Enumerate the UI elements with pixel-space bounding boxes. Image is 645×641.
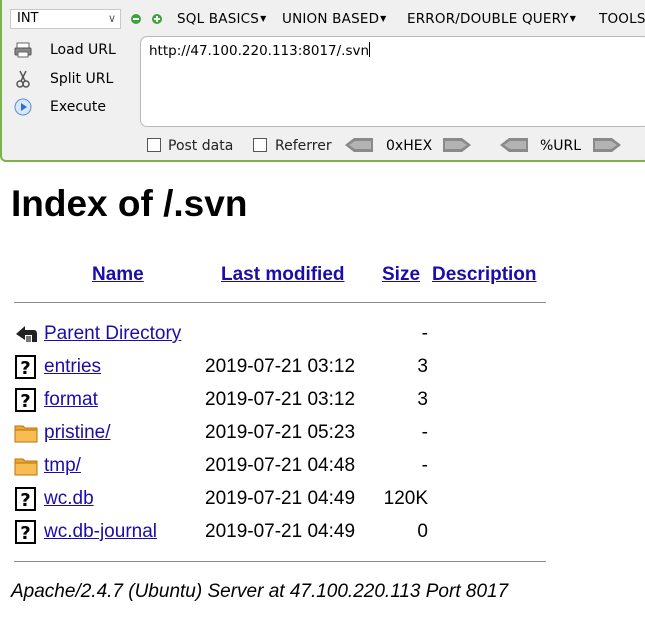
file-size: 3 [417, 389, 428, 410]
split-url-button[interactable]: Split URL [10, 68, 132, 90]
column-header-name[interactable]: Name [92, 263, 144, 287]
file-link[interactable]: Parent Directory [44, 322, 181, 346]
url-value: http://47.100.220.113:8017/.svn [149, 43, 370, 59]
list-item: ? wc.db-journal 2019-07-21 04:49 0 [14, 519, 554, 545]
file-link[interactable]: tmp/ [44, 454, 81, 478]
unknown-file-icon: ? [15, 520, 36, 544]
list-item: pristine/ 2019-07-21 05:23 - [14, 420, 554, 446]
hex-encode-arrow-icon[interactable] [443, 138, 471, 152]
svg-text:?: ? [20, 391, 30, 412]
menu-tools[interactable]: TOOLS [599, 10, 645, 28]
list-item: ? wc.db 2019-07-21 04:49 120K [14, 486, 554, 512]
increase-icon[interactable] [152, 14, 162, 24]
url-input[interactable]: http://47.100.220.113:8017/.svn [140, 36, 645, 127]
file-date: 2019-07-21 04:48 [205, 455, 356, 476]
file-date: 2019-07-21 04:49 [205, 488, 356, 509]
svg-text:?: ? [20, 523, 30, 544]
unknown-file-icon: ? [15, 487, 36, 511]
post-data-label: Post data [168, 138, 234, 154]
execute-label: Execute [50, 99, 106, 115]
file-link[interactable]: format [44, 388, 98, 412]
file-link[interactable]: wc.db-journal [44, 520, 157, 544]
load-url-icon [14, 42, 32, 58]
load-url-label: Load URL [50, 42, 116, 58]
post-data-checkbox[interactable] [147, 138, 161, 152]
load-url-button[interactable]: Load URL [10, 39, 132, 61]
folder-icon [14, 425, 38, 443]
menu-sql-basics[interactable]: SQL BASICS▼ [177, 10, 266, 28]
column-header-last-modified[interactable]: Last modified [221, 263, 345, 287]
dropdown-arrow-icon: ▼ [569, 14, 577, 23]
injection-type-select[interactable]: INT ∨ [10, 9, 121, 29]
column-header-description[interactable]: Description [432, 263, 537, 287]
dropdown-arrow-icon: ▼ [260, 14, 267, 23]
decrease-icon[interactable] [131, 14, 141, 24]
file-size: - [421, 323, 428, 344]
hex-decode-arrow-icon[interactable] [345, 138, 373, 152]
hex-label: 0xHEX [386, 138, 433, 154]
url-decode-arrow-icon[interactable] [500, 138, 528, 152]
file-size: - [421, 455, 428, 476]
list-item: ? entries 2019-07-21 03:12 3 [14, 354, 554, 380]
column-header-size[interactable]: Size [382, 263, 420, 287]
file-size: 3 [417, 356, 428, 377]
injection-type-value: INT [17, 11, 39, 26]
menu-union-based-label: UNION BASED [282, 11, 380, 27]
file-date: 2019-07-21 03:12 [205, 389, 356, 410]
menu-tools-label: TOOLS [599, 11, 645, 27]
folder-icon [14, 458, 38, 476]
footer-divider [14, 561, 546, 562]
menu-error-double-query-label: ERROR/DOUBLE QUERY [407, 11, 569, 27]
file-link[interactable]: wc.db [44, 487, 94, 511]
url-enc-label: %URL [540, 138, 582, 154]
execute-button[interactable]: Execute [10, 96, 132, 118]
menu-error-double-query[interactable]: ERROR/DOUBLE QUERY▼ [407, 10, 576, 28]
hackbar-panel: INT ∨ SQL BASICS▼ UNION BASED▼ ERROR/DOU… [0, 0, 645, 162]
file-link[interactable]: entries [44, 355, 101, 379]
svg-text:?: ? [20, 358, 30, 379]
header-divider [14, 302, 546, 303]
play-icon [14, 98, 32, 116]
referrer-label: Referrer [275, 138, 332, 154]
text-caret [369, 42, 371, 57]
referrer-checkbox[interactable] [253, 138, 267, 152]
dropdown-arrow-icon: ▼ [380, 14, 387, 23]
server-signature: Apache/2.4.7 (Ubuntu) Server at 47.100.2… [11, 581, 509, 602]
menu-union-based[interactable]: UNION BASED▼ [282, 10, 387, 28]
chevron-down-icon: ∨ [107, 12, 116, 25]
unknown-file-icon: ? [15, 355, 36, 379]
file-size: 0 [417, 521, 428, 542]
file-date: 2019-07-21 03:12 [205, 356, 356, 377]
list-item: ? format 2019-07-21 03:12 3 [14, 387, 554, 413]
list-item: tmp/ 2019-07-21 04:48 - [14, 453, 554, 479]
svg-text:?: ? [20, 490, 30, 511]
file-date: 2019-07-21 05:23 [205, 422, 356, 443]
hackbar-toolbar: INT ∨ SQL BASICS▼ UNION BASED▼ ERROR/DOU… [2, 0, 645, 32]
menu-sql-basics-label: SQL BASICS [177, 11, 260, 27]
file-size: 120K [383, 488, 428, 509]
list-item: Parent Directory - [14, 321, 554, 347]
split-url-label: Split URL [50, 71, 114, 87]
scissors-icon [16, 70, 30, 88]
unknown-file-icon: ? [15, 388, 36, 412]
page-title: Index of /.svn [11, 183, 248, 224]
url-encode-arrow-icon[interactable] [593, 138, 621, 152]
file-link[interactable]: pristine/ [44, 421, 111, 445]
file-date: 2019-07-21 04:49 [205, 521, 356, 542]
file-size: - [421, 422, 428, 443]
back-icon [16, 326, 37, 342]
